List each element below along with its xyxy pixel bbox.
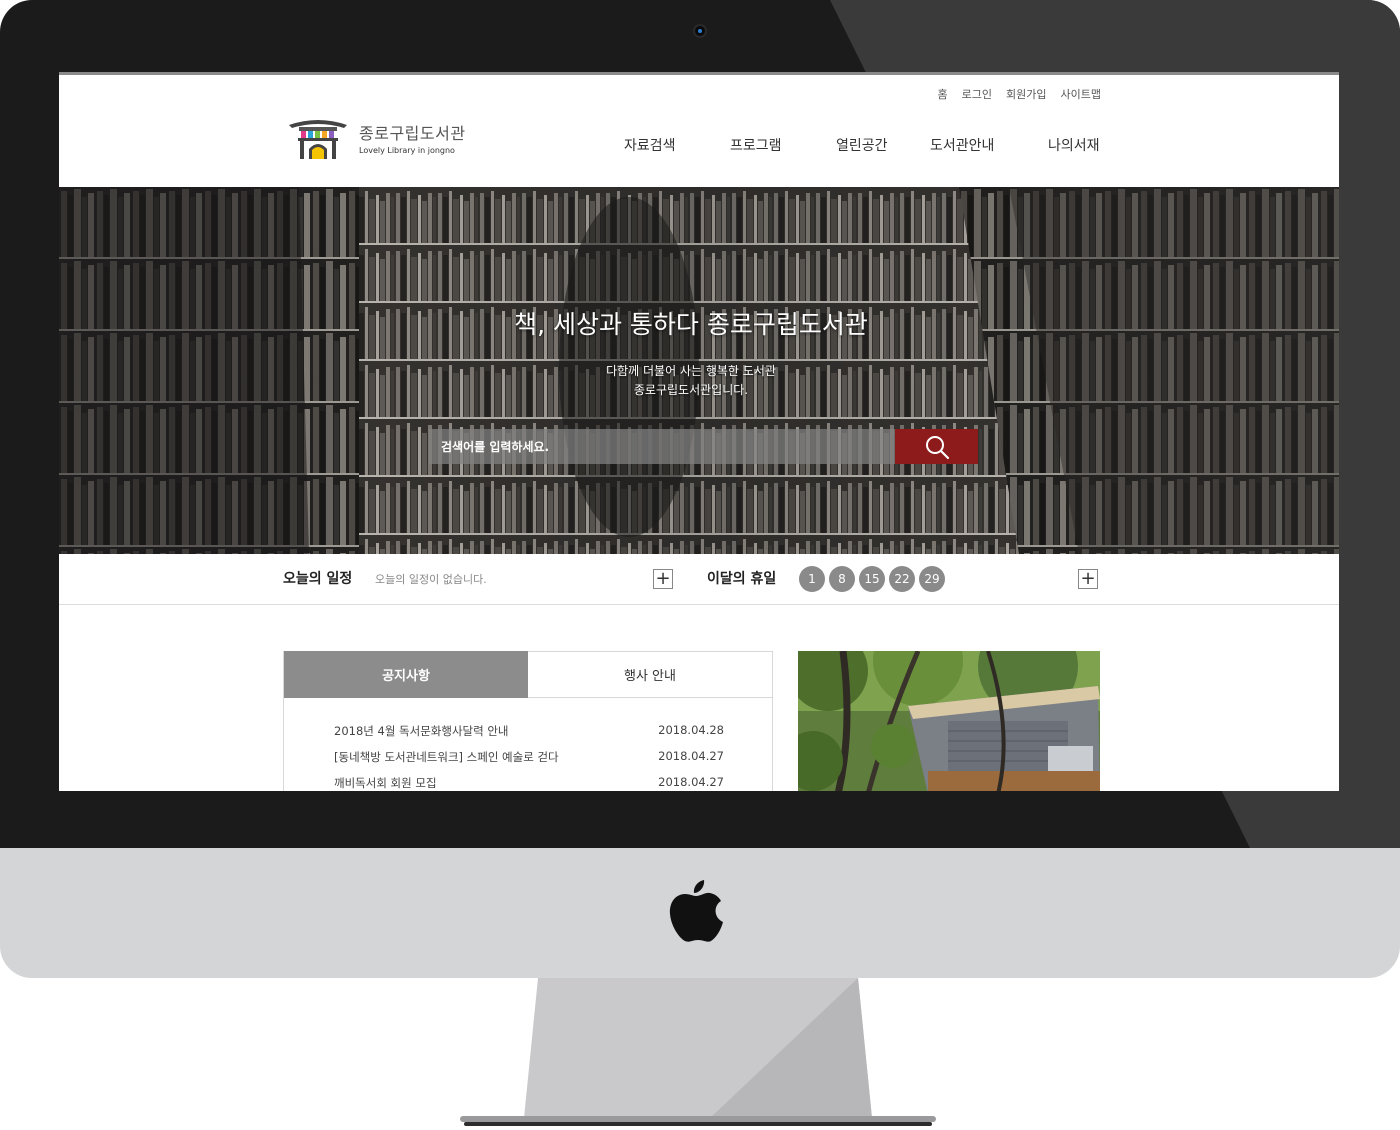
holiday-days: 1 8 15 22 29 xyxy=(799,566,945,592)
board-tabs: 공지사항 행사 안내 xyxy=(284,651,772,698)
plus-icon: + xyxy=(1080,568,1096,589)
notice-list: 2018년 4월 독서문화행사달력 안내 2018.04.28 [동네책방 도서… xyxy=(334,723,724,791)
notice-board: 공지사항 행사 안내 2018년 4월 독서문화행사달력 안내 2018.04.… xyxy=(283,651,773,791)
camera-icon xyxy=(693,24,707,38)
search-input[interactable] xyxy=(429,429,895,464)
list-item[interactable]: 2018년 4월 독서문화행사달력 안내 2018.04.28 xyxy=(334,723,724,749)
today-schedule-text: 오늘의 일정이 없습니다. xyxy=(375,573,487,586)
nav-item-my-library[interactable]: 나의서재 xyxy=(1048,135,1100,155)
library-building-photo xyxy=(798,651,1100,791)
list-item[interactable]: [동네책방 도서관네트워크] 스페인 예술로 걷다 2018.04.27 xyxy=(334,749,724,775)
holiday-day: 1 xyxy=(799,566,825,592)
hero-title: 책, 세상과 통하다 종로구립도서관 xyxy=(514,310,868,339)
holiday-day: 22 xyxy=(889,566,915,592)
logo-subtitle: Lovely Library in jongno xyxy=(359,145,455,155)
holiday-day: 8 xyxy=(829,566,855,592)
search-icon xyxy=(925,435,949,459)
notice-date: 2018.04.27 xyxy=(658,749,724,763)
list-item[interactable]: 깨비독서회 회원 모집 2018.04.27 xyxy=(334,775,724,791)
site-logo[interactable]: 종로구립도서관 Lovely Library in jongno xyxy=(287,115,466,159)
site-header: 홈 로그인 회원가입 사이트맵 종로구립도서관 Lovely Library i… xyxy=(59,75,1339,187)
search-button[interactable] xyxy=(895,429,978,464)
util-link-home[interactable]: 홈 xyxy=(938,86,948,102)
monthly-holiday-label: 이달의 휴일 xyxy=(707,571,777,587)
util-link-signup[interactable]: 회원가입 xyxy=(1006,86,1046,102)
util-link-login[interactable]: 로그인 xyxy=(962,86,992,102)
nav-item-program[interactable]: 프로그램 xyxy=(730,135,782,155)
notice-title[interactable]: 2018년 4월 독서문화행사달력 안내 xyxy=(334,723,509,739)
monitor-stand xyxy=(460,978,936,1126)
notice-title[interactable]: [동네책방 도서관네트워크] 스페인 예술로 걷다 xyxy=(334,749,559,765)
gate-logo-icon xyxy=(289,120,347,159)
hero-desc-line2: 종로구립도서관입니다. xyxy=(633,383,749,397)
util-link-sitemap[interactable]: 사이트맵 xyxy=(1061,86,1101,102)
hero-banner: 책, 세상과 통하다 종로구립도서관 다함께 더불어 사는 행복한 도서관 종로… xyxy=(59,187,1339,554)
holiday-day: 15 xyxy=(859,566,885,592)
today-schedule-more-button[interactable]: + xyxy=(653,569,673,589)
screen: 홈 로그인 회원가입 사이트맵 종로구립도서관 Lovely Library i… xyxy=(59,72,1339,791)
notice-title[interactable]: 깨비독서회 회원 모집 xyxy=(334,775,437,791)
holiday-day: 29 xyxy=(919,566,945,592)
tab-notices[interactable]: 공지사항 xyxy=(284,651,528,698)
apple-logo-icon xyxy=(669,880,723,942)
holiday-more-button[interactable]: + xyxy=(1078,569,1098,589)
utility-nav: 홈 로그인 회원가입 사이트맵 xyxy=(938,86,1101,102)
notice-date: 2018.04.27 xyxy=(658,775,724,789)
hero-desc-line1: 다함께 더불어 사는 행복한 도서관 xyxy=(606,364,776,378)
tab-events[interactable]: 행사 안내 xyxy=(528,651,772,698)
nav-item-search[interactable]: 자료검색 xyxy=(624,135,676,155)
nav-item-library-info[interactable]: 도서관안내 xyxy=(930,135,994,155)
notice-date: 2018.04.28 xyxy=(658,723,724,737)
logo-title: 종로구립도서관 xyxy=(359,123,466,143)
hero-description: 다함께 더불어 사는 행복한 도서관 종로구립도서관입니다. xyxy=(59,362,1323,400)
info-bar: 오늘의 일정 오늘의 일정이 없습니다. + 이달의 휴일 1 8 15 22 … xyxy=(59,554,1339,605)
today-schedule-label: 오늘의 일정 xyxy=(283,571,353,587)
plus-icon: + xyxy=(655,568,671,589)
nav-item-open-space[interactable]: 열린공간 xyxy=(836,135,888,155)
